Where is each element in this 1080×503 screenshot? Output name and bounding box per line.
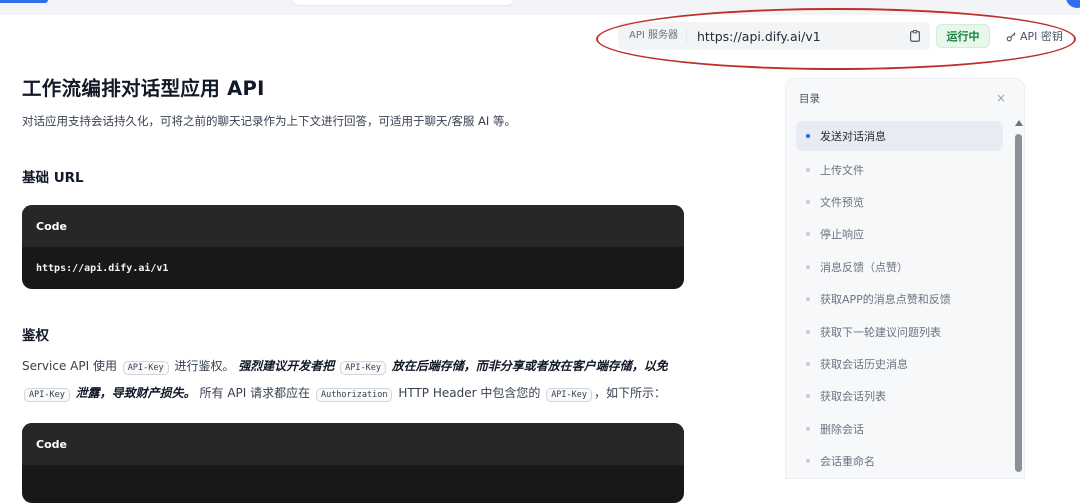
toc-item[interactable]: 消息反馈（点赞） (796, 251, 1003, 283)
toc-item-label: 删除会话 (820, 422, 864, 436)
toc-item-label: 获取下一轮建议问题列表 (820, 325, 941, 339)
bullet-icon (806, 394, 810, 399)
browser-top-strip (0, 0, 1080, 15)
bullet-icon (806, 361, 810, 366)
clipboard-icon[interactable] (908, 29, 922, 43)
toc-item[interactable]: 会话重命名 (796, 445, 1003, 477)
toc-item-label: 获取会话列表 (820, 390, 886, 404)
toc-item[interactable]: 获取会话历史消息 (796, 348, 1003, 380)
toc-list: 发送对话消息 上传文件 文件预览 停止响应 消息反馈（点赞） 获取APP的消息点… (796, 121, 1003, 477)
auth-warning: 放在后端存储，而非分享或者放在客户端存储，以免 (391, 359, 668, 373)
toc-item-label: 上传文件 (820, 163, 864, 177)
toc-item[interactable]: 删除会话 (796, 413, 1003, 445)
toc-item-label: 消息反馈（点赞） (820, 260, 908, 274)
toc-title: 目录 (799, 92, 820, 105)
toc-item-label: 文件预览 (820, 195, 864, 209)
auth-text: ，如下所示： (594, 386, 667, 400)
toc-item[interactable]: 获取APP的消息点赞和反馈 (796, 283, 1003, 315)
toc-item-label: 获取会话历史消息 (820, 357, 908, 371)
bullet-icon (806, 264, 810, 269)
code-block-label: Code (22, 205, 684, 247)
code-block-auth: Code (22, 423, 684, 503)
auth-text: HTTP Header 中包含您的 (398, 386, 541, 400)
toc-item-label: 获取APP的消息点赞和反馈 (820, 293, 951, 307)
status-badge: 运行中 (936, 24, 990, 48)
inline-code: Authorization (315, 388, 393, 402)
auth-paragraph: Service API 使用 API-Key 进行鉴权。 强烈建议开发者把 AP… (22, 354, 684, 408)
code-block-content[interactable]: https://api.dify.ai/v1 (22, 247, 684, 289)
bullet-icon (806, 199, 810, 204)
toc-header: 目录 × (786, 79, 1024, 117)
toc-item[interactable]: 文件预览 (796, 186, 1003, 218)
close-icon[interactable]: × (996, 91, 1006, 105)
bullet-icon (806, 232, 810, 237)
api-server-label: API 服务器 (618, 28, 687, 44)
inline-code: API-Key (24, 388, 70, 402)
bullet-icon (806, 426, 810, 431)
top-pill (292, 0, 514, 6)
toc-item[interactable]: 上传文件 (796, 153, 1003, 185)
auth-heading: 鉴权 (22, 328, 49, 344)
auth-text: Service API 使用 (22, 359, 117, 373)
auth-warning: 泄露，导致财产损失。 (75, 386, 196, 400)
bullet-icon (806, 459, 810, 464)
toc-item[interactable]: 获取下一轮建议问题列表 (796, 315, 1003, 347)
brand-accent (0, 0, 48, 3)
bullet-icon (806, 329, 810, 334)
toc-scrollbar[interactable] (1014, 120, 1024, 476)
table-of-contents: 目录 × 发送对话消息 上传文件 文件预览 停止响应 消息反馈（点赞） 获取AP… (785, 78, 1025, 479)
toc-item[interactable]: 获取会话列表 (796, 380, 1003, 412)
bullet-icon (806, 134, 810, 138)
inline-code: API-Key (546, 388, 593, 402)
toc-item[interactable]: 发送对话消息 (796, 121, 1003, 151)
api-server-bar: API 服务器 https://api.dify.ai/v1 (618, 22, 930, 50)
auth-text: 进行鉴权。 (174, 359, 235, 373)
bullet-icon (806, 297, 810, 302)
toc-item-label: 停止响应 (820, 228, 864, 242)
code-block-base-url: Code https://api.dify.ai/v1 (22, 205, 684, 289)
toc-item-label: 发送对话消息 (820, 130, 886, 143)
bullet-icon (806, 167, 810, 172)
api-key-label: API 密钥 (1020, 30, 1063, 43)
page-title: 工作流编排对话型应用 API (22, 77, 265, 100)
auth-text: 所有 API 请求都应在 (199, 386, 311, 400)
code-block-label: Code (22, 423, 684, 465)
toc-item-label: 会话重命名 (820, 455, 875, 469)
base-url-heading: 基础 URL (22, 170, 84, 186)
scrollbar-thumb[interactable] (1015, 134, 1022, 472)
toc-item[interactable]: 停止响应 (796, 218, 1003, 250)
api-key-button[interactable]: API 密钥 (1006, 28, 1063, 44)
key-icon (1006, 31, 1016, 41)
avatar[interactable] (1066, 0, 1080, 8)
inline-code: API-Key (340, 361, 386, 375)
main-content: 工作流编排对话型应用 API 对话应用支持会话持久化，可将之前的聊天记录作为上下… (22, 72, 684, 503)
page-subtitle: 对话应用支持会话持久化，可将之前的聊天记录作为上下文进行回答，可适用于聊天/客服… (22, 114, 516, 128)
inline-code: API-Key (122, 361, 169, 375)
auth-warning: 强烈建议开发者把 (238, 359, 335, 373)
scroll-up-arrow-icon[interactable] (1015, 120, 1023, 126)
api-url[interactable]: https://api.dify.ai/v1 (687, 29, 908, 44)
